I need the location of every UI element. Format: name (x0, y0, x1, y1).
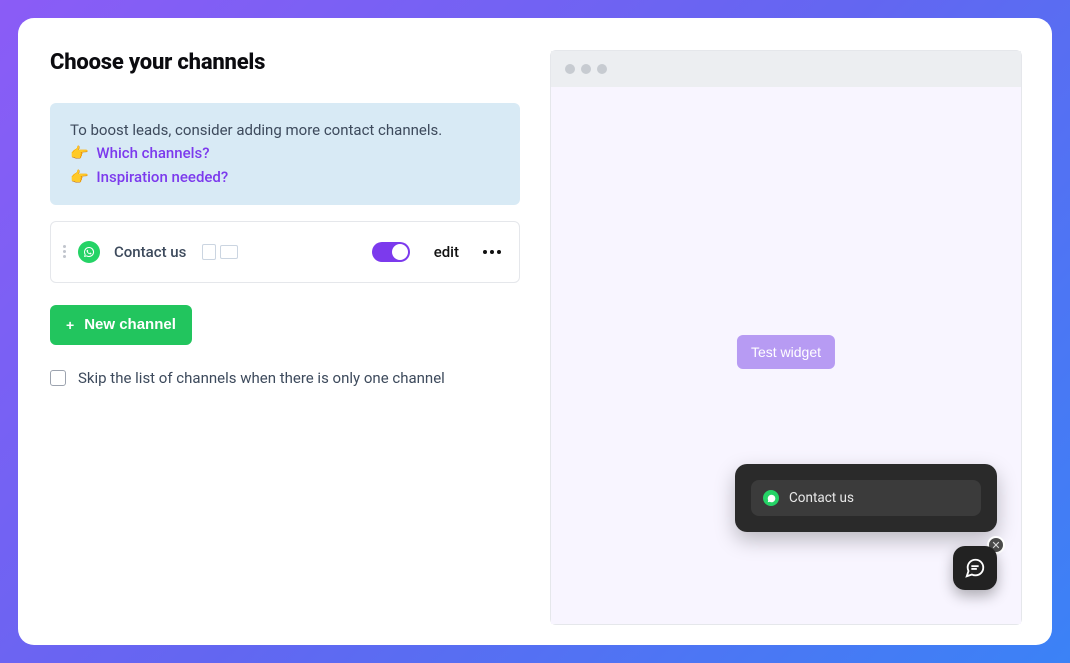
page-title: Choose your channels (50, 50, 520, 75)
tip-link-row-1: 👉 Which channels? (70, 142, 500, 165)
which-channels-link[interactable]: Which channels? (96, 144, 209, 162)
whatsapp-icon (78, 241, 100, 263)
skip-label: Skip the list of channels when there is … (78, 369, 445, 387)
preview-viewport: Test widget Contact us ✕ (551, 87, 1021, 624)
channel-row: Contact us edit (50, 221, 520, 283)
chat-channel-label: Contact us (789, 490, 854, 506)
chat-channels-popup: Contact us (735, 464, 997, 532)
chat-channel-item[interactable]: Contact us (751, 480, 981, 516)
edit-channel-link[interactable]: edit (434, 243, 459, 261)
channel-more-menu-icon[interactable] (483, 250, 501, 254)
new-channel-button[interactable]: + New channel (50, 305, 192, 345)
window-dot-icon (565, 64, 575, 74)
chat-launcher-button[interactable] (953, 546, 997, 590)
drag-handle-icon[interactable] (63, 245, 66, 258)
tip-lead-text: To boost leads, consider adding more con… (70, 119, 500, 142)
browser-preview-frame: Test widget Contact us ✕ (550, 50, 1022, 625)
inspiration-link[interactable]: Inspiration needed? (96, 168, 228, 186)
preview-pane: Test widget Contact us ✕ (550, 50, 1022, 625)
whatsapp-icon (763, 490, 779, 506)
device-visibility-icons (202, 244, 238, 260)
mobile-icon (202, 244, 216, 260)
tip-link-row-2: 👉 Inspiration needed? (70, 166, 500, 189)
channel-label: Contact us (114, 243, 186, 261)
channel-enabled-toggle[interactable] (372, 242, 410, 262)
pointing-right-emoji: 👉 (70, 144, 89, 162)
window-dot-icon (581, 64, 591, 74)
skip-option-row: Skip the list of channels when there is … (50, 369, 520, 387)
skip-checkbox[interactable] (50, 370, 66, 386)
tips-info-box: To boost leads, consider adding more con… (50, 103, 520, 205)
settings-card: Choose your channels To boost leads, con… (18, 18, 1052, 645)
new-channel-button-label: New channel (84, 316, 176, 333)
pointing-right-emoji: 👉 (70, 168, 89, 186)
desktop-icon (220, 245, 238, 259)
window-dot-icon (597, 64, 607, 74)
browser-chrome-bar (551, 51, 1021, 87)
plus-icon: + (66, 317, 74, 333)
chat-bubble-icon (964, 557, 986, 579)
test-widget-button[interactable]: Test widget (737, 335, 835, 369)
channels-config-pane: Choose your channels To boost leads, con… (50, 50, 520, 625)
